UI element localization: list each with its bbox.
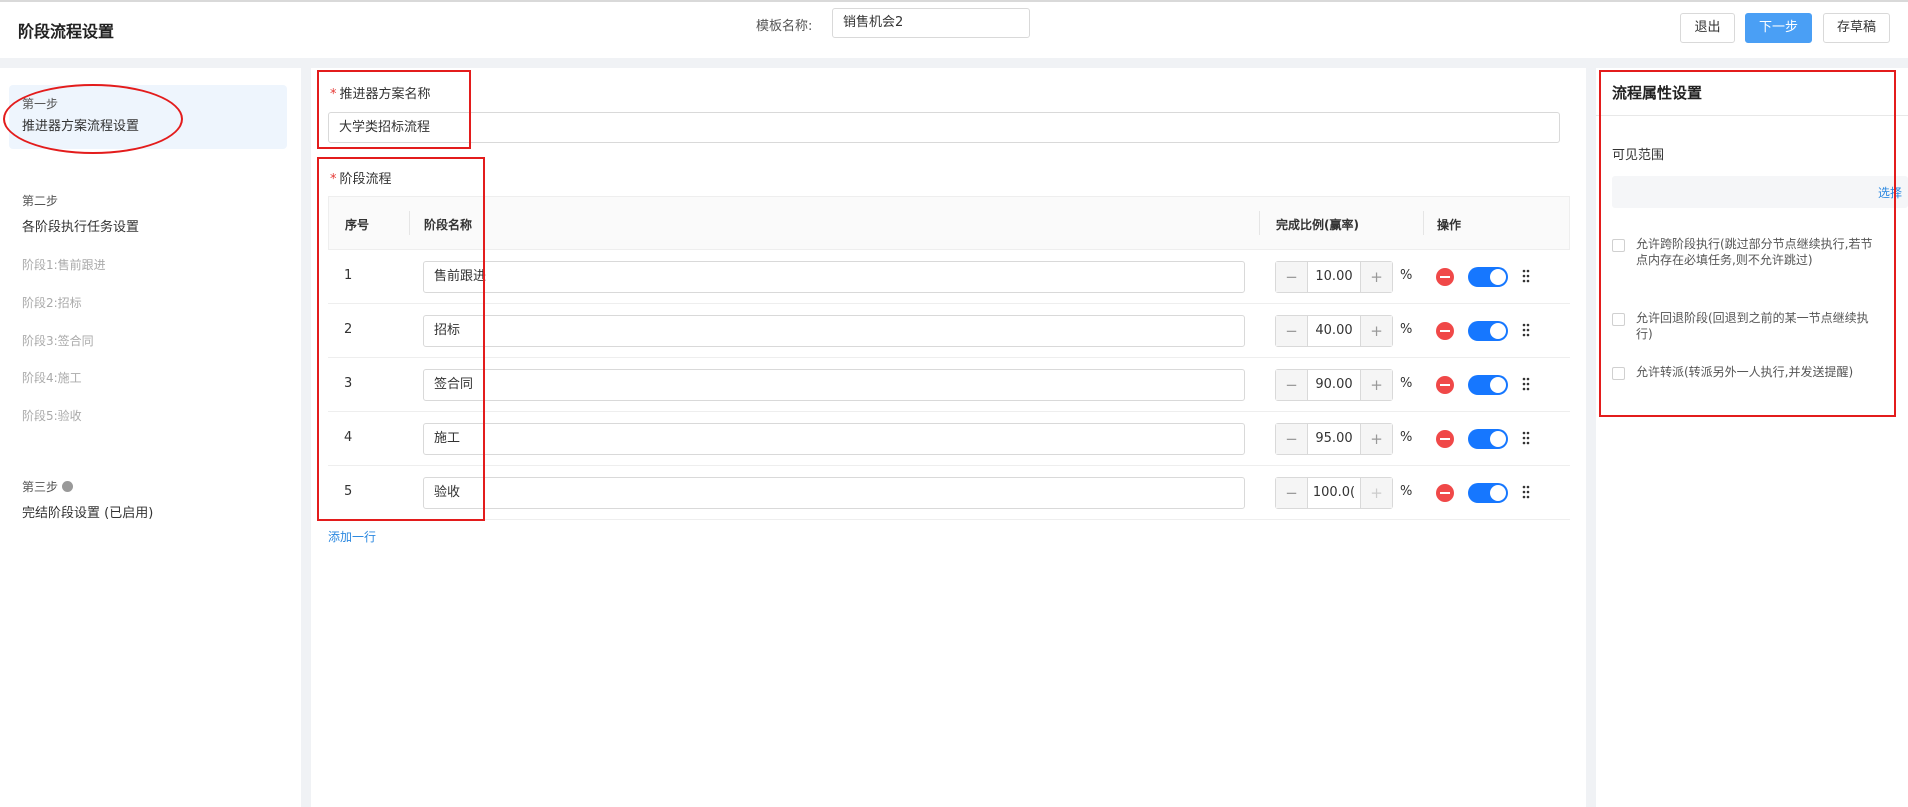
enable-toggle[interactable] bbox=[1468, 375, 1508, 395]
increment-button[interactable]: + bbox=[1360, 316, 1392, 346]
table-row: 5 验收 − 100.0( + % bbox=[328, 466, 1570, 520]
ratio-input[interactable]: 95.00 bbox=[1308, 424, 1360, 454]
col-divider bbox=[1423, 211, 1424, 235]
percent-sign: % bbox=[1400, 430, 1413, 445]
step2-title[interactable]: 各阶段执行任务设置 bbox=[22, 216, 139, 235]
ratio-stepper: − 40.00 + bbox=[1275, 315, 1393, 347]
drag-handle-icon[interactable] bbox=[1522, 431, 1530, 445]
drag-handle-icon[interactable] bbox=[1522, 485, 1530, 499]
annotation-ellipse bbox=[3, 84, 183, 154]
delete-row-icon[interactable] bbox=[1436, 430, 1454, 448]
ratio-input[interactable]: 90.00 bbox=[1308, 370, 1360, 400]
stage-item-4[interactable]: 阶段4:施工 bbox=[22, 369, 82, 386]
ratio-stepper: − 100.0( + bbox=[1275, 477, 1393, 509]
drag-handle-icon[interactable] bbox=[1522, 323, 1530, 337]
ratio-stepper: − 10.00 + bbox=[1275, 261, 1393, 293]
ratio-input[interactable]: 100.0( bbox=[1308, 478, 1360, 508]
annotation-box bbox=[317, 157, 485, 521]
drag-handle-icon[interactable] bbox=[1522, 269, 1530, 283]
decrement-button[interactable]: − bbox=[1276, 262, 1308, 292]
stage-item-5[interactable]: 阶段5:验收 bbox=[22, 407, 82, 424]
increment-button[interactable]: + bbox=[1360, 370, 1392, 400]
top-header: 阶段流程设置 模板名称: 销售机会2 退出 下一步 存草稿 bbox=[0, 0, 1908, 58]
save-draft-button[interactable]: 存草稿 bbox=[1823, 13, 1890, 43]
step3-label: 第三步 bbox=[22, 480, 59, 494]
step2-label: 第二步 bbox=[22, 194, 59, 208]
main-panel: * 推进器方案名称 大学类招标流程 * 阶段流程 序号 阶段名称 完成比例(赢率) … bbox=[311, 68, 1586, 807]
enable-toggle[interactable] bbox=[1468, 321, 1508, 341]
ratio-stepper: − 90.00 + bbox=[1275, 369, 1393, 401]
decrement-button[interactable]: − bbox=[1276, 370, 1308, 400]
percent-sign: % bbox=[1400, 322, 1413, 337]
delete-row-icon[interactable] bbox=[1436, 322, 1454, 340]
ratio-stepper: − 95.00 + bbox=[1275, 423, 1393, 455]
page-title: 阶段流程设置 bbox=[18, 22, 115, 41]
steps-panel: 第一步 推进器方案流程设置 第二步 各阶段执行任务设置 阶段1:售前跟进 阶段2… bbox=[0, 68, 301, 807]
stage-name-input[interactable]: 招标 bbox=[423, 315, 1245, 347]
col-ops: 操作 bbox=[1437, 218, 1462, 232]
stage-table: 序号 阶段名称 完成比例(赢率) 操作 1 售前跟进 − 10.00 + % 2… bbox=[328, 196, 1570, 520]
percent-sign: % bbox=[1400, 376, 1413, 391]
table-row: 1 售前跟进 − 10.00 + % bbox=[328, 250, 1570, 304]
col-divider bbox=[1259, 211, 1260, 235]
table-row: 2 招标 − 40.00 + % bbox=[328, 304, 1570, 358]
table-header: 序号 阶段名称 完成比例(赢率) 操作 bbox=[328, 196, 1570, 250]
step3-title[interactable]: 完结阶段设置 (已启用) bbox=[22, 502, 153, 521]
ratio-input[interactable]: 40.00 bbox=[1308, 316, 1360, 346]
percent-sign: % bbox=[1400, 268, 1413, 283]
increment-button[interactable]: + bbox=[1360, 424, 1392, 454]
increment-button[interactable]: + bbox=[1360, 262, 1392, 292]
exit-button[interactable]: 退出 bbox=[1680, 13, 1735, 43]
ratio-input[interactable]: 10.00 bbox=[1308, 262, 1360, 292]
col-ratio: 完成比例(赢率) bbox=[1276, 218, 1359, 232]
stage-name-input[interactable]: 施工 bbox=[423, 423, 1245, 455]
annotation-box bbox=[317, 70, 471, 149]
decrement-button[interactable]: − bbox=[1276, 316, 1308, 346]
template-name-input[interactable]: 销售机会2 bbox=[832, 8, 1030, 38]
table-row: 3 签合同 − 90.00 + % bbox=[328, 358, 1570, 412]
enable-toggle[interactable] bbox=[1468, 483, 1508, 503]
step3-label-row: 第三步 bbox=[22, 478, 74, 495]
decrement-button[interactable]: − bbox=[1276, 478, 1308, 508]
percent-sign: % bbox=[1400, 484, 1413, 499]
annotation-box bbox=[1599, 70, 1896, 417]
next-step-button[interactable]: 下一步 bbox=[1745, 13, 1812, 43]
drag-handle-icon[interactable] bbox=[1522, 377, 1530, 391]
enable-toggle[interactable] bbox=[1468, 267, 1508, 287]
stage-name-input[interactable]: 签合同 bbox=[423, 369, 1245, 401]
add-row-link[interactable]: 添加一行 bbox=[328, 528, 376, 545]
stage-name-input[interactable]: 验收 bbox=[423, 477, 1245, 509]
delete-row-icon[interactable] bbox=[1436, 376, 1454, 394]
delete-row-icon[interactable] bbox=[1436, 268, 1454, 286]
stage-item-3[interactable]: 阶段3:签合同 bbox=[22, 332, 94, 349]
increment-button[interactable]: + bbox=[1360, 478, 1392, 508]
stage-item-1[interactable]: 阶段1:售前跟进 bbox=[22, 256, 106, 273]
enable-toggle[interactable] bbox=[1468, 429, 1508, 449]
stage-name-input[interactable]: 售前跟进 bbox=[423, 261, 1245, 293]
delete-row-icon[interactable] bbox=[1436, 484, 1454, 502]
template-name-label: 模板名称: bbox=[756, 19, 813, 34]
table-row: 4 施工 − 95.00 + % bbox=[328, 412, 1570, 466]
stage-item-2[interactable]: 阶段2:招标 bbox=[22, 294, 82, 311]
plan-name-input[interactable]: 大学类招标流程 bbox=[328, 112, 1560, 143]
info-icon[interactable] bbox=[62, 481, 74, 492]
decrement-button[interactable]: − bbox=[1276, 424, 1308, 454]
